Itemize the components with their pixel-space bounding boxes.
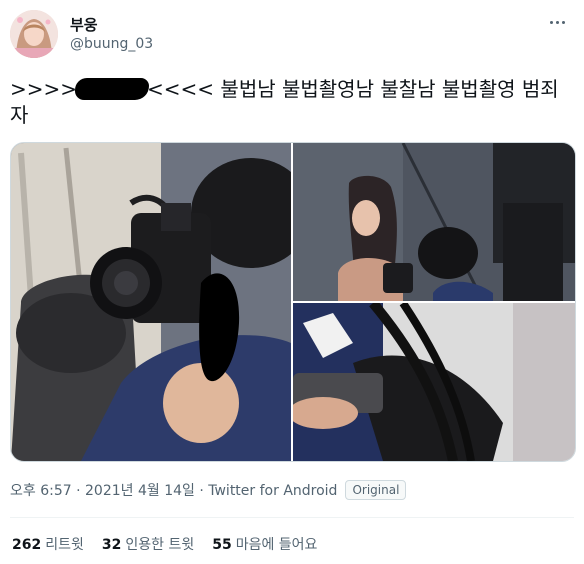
tweet-text: >>>> <<<< 불법남 불법촬영남 불찰남 불법촬영 범죄자 — [10, 76, 576, 128]
media-photo-2[interactable] — [293, 143, 575, 301]
avatar-image — [10, 10, 58, 58]
like-count[interactable]: 55 마음에 들어요 — [212, 534, 317, 554]
source-badge: Original — [345, 480, 407, 500]
handle[interactable]: @buung_03 — [70, 36, 153, 52]
quote-tweet-count[interactable]: 32 인용한 트윗 — [102, 534, 194, 554]
retweet-count[interactable]: 262 리트윗 — [12, 534, 84, 554]
tweet-header: 부웅 @buung_03 — [10, 10, 574, 60]
tweet-stats: 262 리트윗 32 인용한 트윗 55 마음에 들어요 — [12, 534, 335, 554]
redacted-handle-mark — [75, 78, 150, 100]
display-name[interactable]: 부웅 — [70, 14, 98, 35]
media-gutter-horizontal — [293, 301, 575, 303]
media-photo-1[interactable] — [11, 143, 291, 461]
media-photo-3[interactable] — [293, 303, 575, 461]
tweet-text-prefix: >>>> — [10, 77, 78, 101]
divider — [10, 517, 574, 518]
avatar[interactable] — [10, 10, 58, 58]
tweet-media-grid[interactable] — [10, 142, 576, 462]
more-options-icon[interactable] — [544, 12, 570, 32]
tweet-meta: 오후 6:57 · 2021년 4월 14일 · Twitter for And… — [10, 480, 407, 500]
timestamp[interactable]: 오후 6:57 · 2021년 4월 14일 · Twitter for And… — [10, 480, 337, 500]
